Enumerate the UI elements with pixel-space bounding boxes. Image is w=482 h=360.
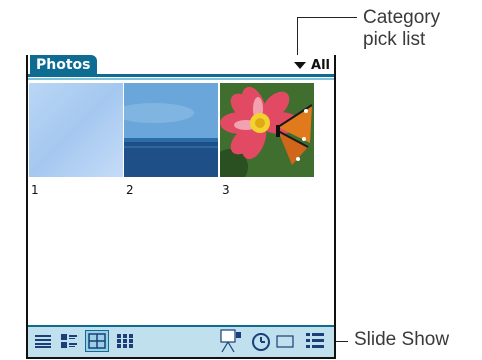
category-pick-list[interactable]: All [294, 56, 330, 74]
app-title[interactable]: Photos [30, 55, 97, 75]
photo-label-3: 3 [222, 183, 230, 197]
callout-category-line2: pick list [363, 29, 426, 50]
callout-slide-show: Slide Show [354, 329, 450, 350]
photo-label-2: 2 [126, 183, 134, 197]
photo-label-1: 1 [31, 183, 39, 197]
slide-show-icon[interactable] [218, 328, 244, 354]
flower-butterfly-graphic [220, 83, 314, 177]
list-view-icon[interactable] [32, 331, 54, 351]
photo-thumbnail-1[interactable] [29, 83, 123, 177]
device-screen: Photos All 1 2 3 [26, 55, 336, 359]
callout-category-line1: Category [363, 7, 441, 28]
bottom-toolbar [28, 327, 334, 357]
details-icon[interactable] [304, 331, 326, 351]
dropdown-triangle-icon [294, 61, 307, 69]
callout-category-pick-list: Category pick list [363, 7, 440, 51]
photo-thumbnail-2[interactable] [124, 83, 218, 177]
sky-sea-graphic [124, 83, 218, 177]
timer-icon[interactable] [248, 331, 274, 351]
photo-thumbnail-3[interactable] [220, 83, 314, 177]
small-thumbnail-view-icon[interactable] [114, 331, 136, 351]
thumbnail-view-icon[interactable] [85, 330, 109, 352]
callout-leader-horizontal [297, 17, 357, 18]
callout-leader-vertical [297, 17, 298, 55]
frame-icon[interactable] [274, 331, 296, 351]
title-rule [28, 74, 334, 77]
category-value: All [311, 57, 330, 73]
title-rule-light [28, 78, 334, 80]
detail-view-icon[interactable] [58, 331, 80, 351]
